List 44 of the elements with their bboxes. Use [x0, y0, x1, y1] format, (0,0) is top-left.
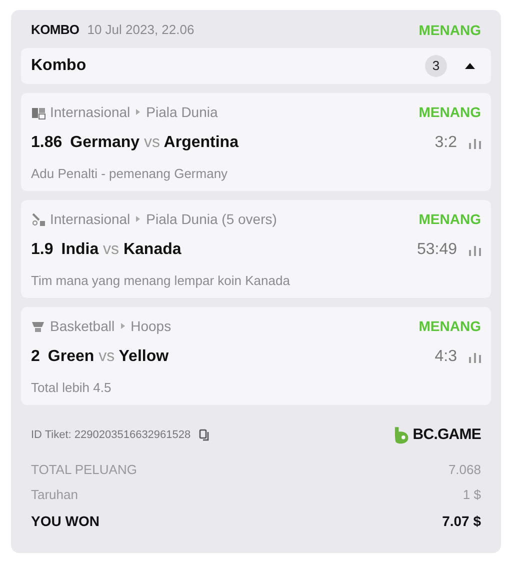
status-label: MENANG — [418, 210, 481, 228]
summary-value: 1 $ — [462, 486, 481, 504]
market-label: Tim mana yang menang lempar koin Kanada — [31, 272, 291, 290]
status-label: MENANG — [418, 102, 481, 122]
league-label: Piala Dunia — [146, 102, 218, 122]
status-label: MENANG — [418, 316, 481, 336]
combo-header[interactable]: Kombo 3 — [21, 48, 491, 84]
stats-icon[interactable] — [469, 244, 481, 256]
bet-date: 10 Jul 2023, 22.06 — [87, 21, 194, 40]
category-label: Internasional — [50, 102, 130, 122]
market-label: Total lebih 4.5 — [31, 379, 112, 397]
score-value: 4:3 — [434, 347, 457, 367]
category-label: Internasional — [50, 210, 130, 228]
stats-icon[interactable] — [469, 137, 481, 149]
summary-label: YOU WON — [31, 512, 100, 530]
summary-label: Taruhan — [31, 486, 78, 504]
category-label: Basketball — [50, 316, 115, 336]
status-label: MENANG — [418, 20, 481, 40]
chevron-icon — [136, 109, 140, 115]
summary-value: 7.07 $ — [442, 512, 481, 530]
match-title: Germany vs Argentina — [70, 133, 238, 153]
summary-label: TOTAL PELUANG — [31, 460, 137, 479]
logo-icon — [394, 426, 409, 444]
stats-icon[interactable] — [469, 351, 481, 363]
league-label: Piala Dunia (5 overs) — [146, 210, 277, 229]
score-value: 53:49 — [416, 240, 457, 260]
ticket-id: ID Tiket: 2290203516632961528 — [31, 428, 191, 443]
score-value: 3:2 — [434, 133, 457, 153]
match-title: Green vs Yellow — [48, 347, 169, 367]
count-badge: 3 — [425, 55, 447, 77]
combo-title: Kombo — [31, 56, 86, 76]
odds-value: 2 — [31, 347, 40, 367]
chevron-icon — [120, 323, 125, 329]
odds-value: 1.86 — [31, 133, 62, 153]
market-label: Adu Penalti - pemenang Germany — [31, 165, 229, 183]
chevron-icon — [136, 216, 140, 222]
caret-icon[interactable] — [465, 63, 475, 69]
brand-name: BC.GAME — [412, 424, 481, 445]
odds-value: 1.9 — [31, 240, 54, 260]
copy-icon[interactable] — [198, 429, 211, 441]
match-title: India vs Kanada — [61, 240, 182, 260]
bet-type: KOMBO — [31, 21, 80, 40]
league-label: Hoops — [130, 316, 172, 336]
summary-value: 7.068 — [448, 460, 481, 479]
